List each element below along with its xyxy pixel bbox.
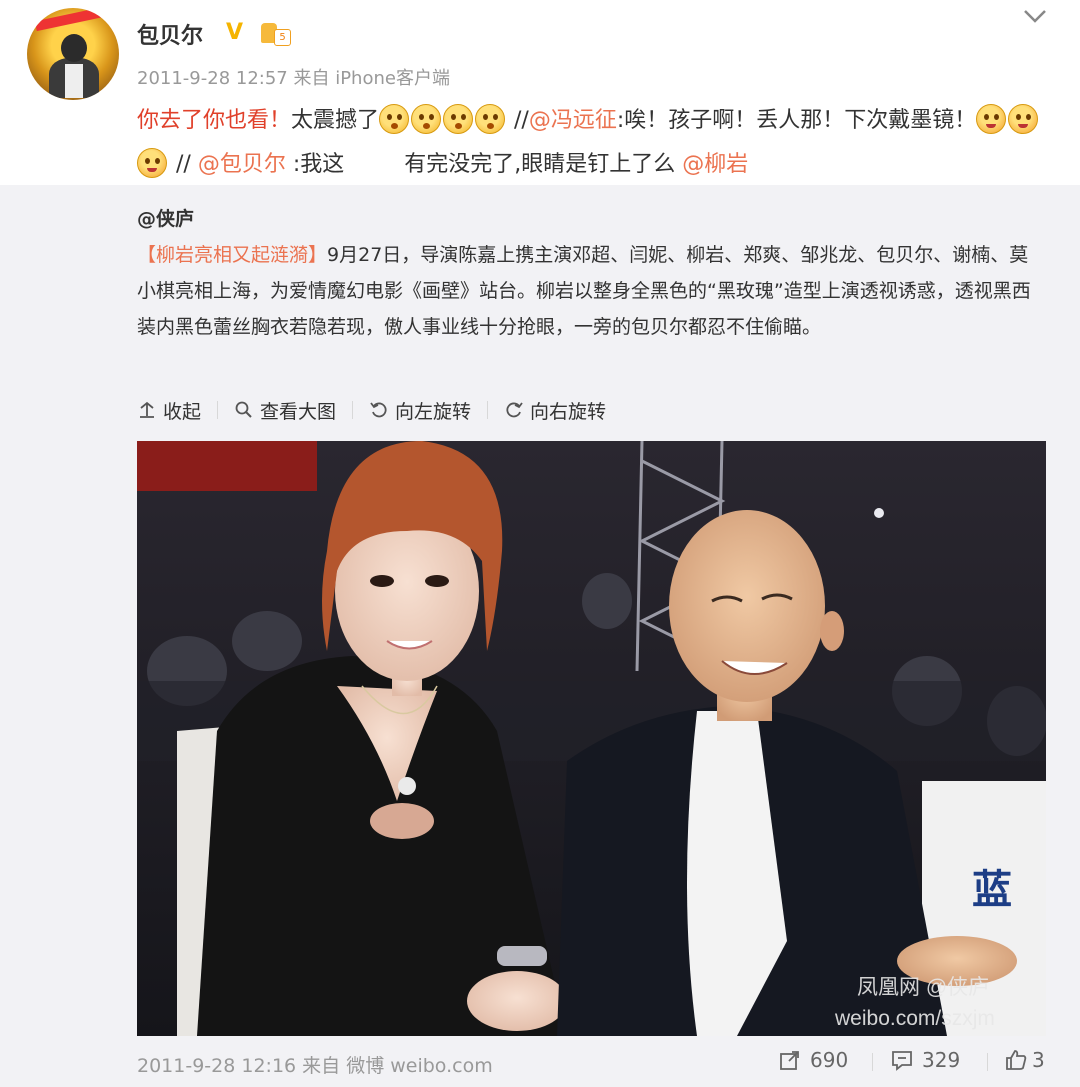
view-large-button[interactable]: 查看大图 [234, 397, 336, 424]
repost-separator: // [169, 152, 198, 177]
avatar[interactable] [27, 8, 119, 100]
divider [487, 401, 489, 419]
forward-icon [780, 1051, 799, 1070]
repost-tag-link[interactable]: 【柳岩亮相又起涟漪】 [137, 244, 327, 266]
like-button[interactable]: 3 [1004, 1048, 1045, 1072]
username[interactable]: 包贝尔 [137, 18, 203, 50]
rotate-right-button[interactable]: 向右旋转 [504, 397, 606, 424]
post-meta: 2011-9-28 12:57 来自 iPhone客户端 [137, 68, 450, 89]
cry-emoji-icon [1008, 104, 1039, 134]
flushed-emoji-icon [411, 104, 442, 134]
post-text-red: 你去了你也看！ [137, 108, 292, 133]
repost-separator: // [507, 108, 529, 133]
flushed-emoji-icon [475, 104, 506, 134]
avatar-face [61, 34, 87, 62]
collapse-label: 收起 [163, 400, 202, 423]
mention-link[interactable]: @包贝尔 [198, 152, 286, 177]
post-text-segment: :我这 [285, 152, 345, 177]
level-badge-icon: 5 [261, 20, 291, 46]
post-photo[interactable]: 蓝 凤凰网 @侠庐 weibo.com/szxjm [137, 441, 1046, 1036]
view-large-label: 查看大图 [260, 400, 337, 423]
level-number: 5 [274, 29, 291, 46]
divider [872, 1053, 873, 1071]
cry-emoji-icon [976, 104, 1007, 134]
divider [352, 401, 354, 419]
mention-link[interactable]: @柳岩 [682, 152, 748, 177]
flushed-emoji-icon [443, 104, 474, 134]
comment-count: 329 [922, 1048, 961, 1072]
divider [987, 1053, 988, 1071]
image-toolbar: 收起 查看大图 向左旋转 向右旋转 [137, 396, 606, 424]
rotate-left-label: 向左旋转 [395, 400, 472, 423]
photo-scene: 蓝 凤凰网 @侠庐 weibo.com/szxjm [137, 441, 1046, 1036]
post-text-segment: 太震撼了 [291, 108, 380, 133]
thumbs-up-icon [1006, 1050, 1027, 1070]
comment-icon [892, 1051, 912, 1071]
sign-text: 蓝 [972, 868, 1012, 912]
repost-meta: 2011-9-28 12:16 来自 微博 weibo.com [137, 1055, 493, 1077]
rotate-right-label: 向右旋转 [530, 400, 607, 423]
divider [217, 401, 219, 419]
post-text-segment: 有完没完了,眼睛是钉上了么 [404, 152, 683, 177]
forward-button[interactable]: 690 [778, 1048, 848, 1072]
rotate-left-button[interactable]: 向左旋转 [369, 397, 471, 424]
mention-link[interactable]: @冯远征 [529, 108, 617, 133]
forward-count: 690 [810, 1048, 849, 1072]
watermark-text: 凤凰网 @侠庐 [857, 976, 989, 999]
repost-author[interactable]: @侠庐 [137, 204, 194, 231]
rotate-right-icon [506, 402, 523, 418]
watermark-url: weibo.com/szxjm [834, 1007, 995, 1030]
search-icon [235, 401, 252, 418]
avatar-shirt [65, 64, 83, 98]
flushed-emoji-icon [379, 104, 410, 134]
repost-text: 【柳岩亮相又起涟漪】9月27日，导演陈嘉上携主演邓超、闫妮、柳岩、郑爽、邹兆龙、… [137, 237, 1042, 345]
collapse-button[interactable]: 收起 [137, 397, 201, 424]
arrow-up-icon [140, 401, 154, 418]
post-text-segment: :唉！孩子啊！丢人那！下次戴墨镜！ [616, 108, 977, 133]
verified-badge-icon: V [226, 20, 244, 45]
rotate-left-icon [370, 402, 387, 418]
comment-button[interactable]: 329 [890, 1048, 960, 1072]
post-text: 你去了你也看！太震撼了 //@冯远征:唉！孩子啊！丢人那！下次戴墨镜！ // @… [137, 99, 1047, 187]
like-count: 3 [1032, 1048, 1045, 1072]
chevron-down-icon[interactable] [1022, 6, 1048, 26]
cry-emoji-icon [137, 148, 167, 178]
